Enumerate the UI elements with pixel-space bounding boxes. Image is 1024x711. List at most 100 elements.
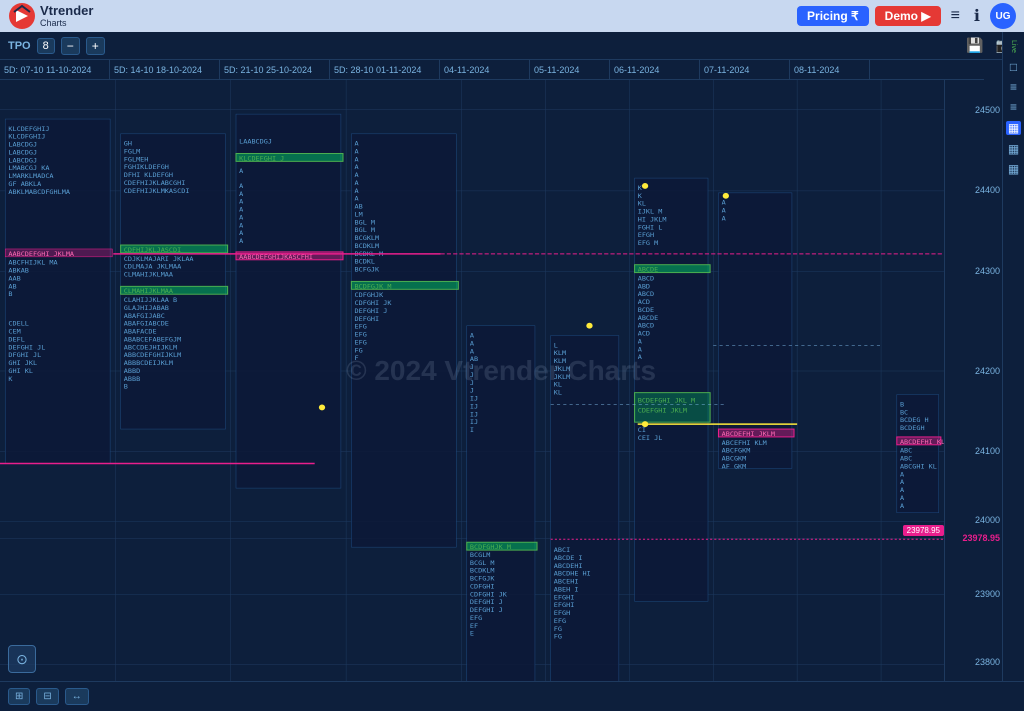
live-indicator: Live bbox=[1010, 40, 1017, 53]
svg-text:EF: EF bbox=[470, 622, 478, 630]
svg-text:BCDEG H: BCDEG H bbox=[900, 416, 929, 424]
svg-text:J: J bbox=[470, 371, 474, 379]
svg-text:J: J bbox=[470, 363, 474, 371]
menu-icon[interactable]: ≡ bbox=[947, 5, 964, 27]
svg-text:ABABCEFABEFGJM: ABABCEFABEFGJM bbox=[124, 336, 181, 344]
user-avatar[interactable]: UG bbox=[990, 3, 1016, 29]
svg-text:JKLM: JKLM bbox=[554, 365, 570, 373]
tpo-decrease[interactable]: − bbox=[61, 37, 80, 55]
sidebar-square-icon[interactable]: □ bbox=[1010, 61, 1017, 73]
svg-text:JKLM: JKLM bbox=[554, 373, 570, 381]
svg-text:EFG M: EFG M bbox=[638, 239, 659, 247]
svg-text:BCDKLM: BCDKLM bbox=[355, 242, 380, 250]
svg-text:ABCD: ABCD bbox=[638, 290, 654, 298]
svg-text:ABCD: ABCD bbox=[638, 275, 654, 283]
expand-button[interactable]: ↔ bbox=[65, 688, 89, 705]
svg-text:CLMAHIJKLMAA: CLMAHIJKLMAA bbox=[124, 287, 173, 295]
svg-text:FG: FG bbox=[355, 346, 363, 354]
info-icon[interactable]: ℹ bbox=[970, 4, 984, 28]
svg-text:CDELL: CDELL bbox=[8, 320, 29, 328]
svg-text:FGHIKLDEFGH: FGHIKLDEFGH bbox=[124, 163, 169, 171]
svg-text:LABCDGJ: LABCDGJ bbox=[8, 141, 37, 149]
pricing-button[interactable]: Pricing ₹ bbox=[797, 6, 869, 26]
svg-text:EFG: EFG bbox=[355, 331, 367, 339]
svg-text:A: A bbox=[239, 206, 243, 214]
tpo-increase[interactable]: + bbox=[86, 37, 105, 55]
svg-text:IJKL M: IJKL M bbox=[638, 208, 663, 216]
svg-text:GH: GH bbox=[124, 140, 132, 148]
date-8: 07-11-2024 bbox=[700, 60, 790, 79]
price-24500: 24500 bbox=[975, 105, 1000, 115]
svg-text:GHI KL: GHI KL bbox=[8, 367, 33, 375]
navbar-right: Pricing ₹ Demo ▶ ≡ ℹ UG bbox=[797, 3, 1016, 29]
svg-text:A: A bbox=[355, 140, 359, 148]
grid-view-button[interactable]: ⊞ bbox=[8, 688, 30, 705]
svg-text:DEFGHI JL: DEFGHI JL bbox=[8, 344, 45, 352]
sidebar-heatmap-icon[interactable]: ▦ bbox=[1008, 163, 1019, 175]
svg-text:A: A bbox=[239, 237, 243, 245]
sidebar-list-icon[interactable]: ≡ bbox=[1010, 81, 1017, 93]
focus-button[interactable]: ⊙ bbox=[8, 645, 36, 673]
svg-text:ABCGKM: ABCGKM bbox=[722, 455, 747, 463]
svg-text:KL: KL bbox=[554, 381, 562, 389]
demo-button[interactable]: Demo ▶ bbox=[875, 6, 941, 26]
svg-text:ABC: ABC bbox=[900, 455, 912, 463]
svg-text:LABCDGJ: LABCDGJ bbox=[8, 157, 37, 165]
svg-text:ABBD: ABBD bbox=[124, 367, 140, 375]
svg-text:A: A bbox=[900, 470, 904, 478]
svg-text:AB: AB bbox=[355, 203, 363, 211]
svg-text:AB: AB bbox=[470, 355, 478, 363]
sidebar-table-icon[interactable]: ▦ bbox=[1008, 143, 1019, 155]
svg-text:GLAJHIJABAB: GLAJHIJABAB bbox=[124, 304, 169, 312]
svg-text:ABKLMABCDFGHLMA: ABKLMABCDFGHLMA bbox=[8, 188, 70, 196]
save-icon[interactable]: 💾 bbox=[963, 36, 986, 55]
svg-text:ABCDE: ABCDE bbox=[638, 266, 659, 274]
svg-text:F: F bbox=[355, 354, 359, 362]
svg-text:FGLMEH: FGLMEH bbox=[124, 156, 149, 164]
svg-text:DEFGHI J: DEFGHI J bbox=[355, 307, 388, 315]
svg-text:A: A bbox=[470, 340, 474, 348]
svg-text:ABCDE I: ABCDE I bbox=[554, 554, 583, 562]
svg-text:B: B bbox=[900, 401, 904, 409]
svg-text:A: A bbox=[638, 346, 642, 354]
svg-text:CDFGHJK: CDFGHJK bbox=[355, 291, 384, 299]
svg-text:BGL M: BGL M bbox=[355, 226, 376, 234]
svg-text:AABCDEFGHI JKLMA: AABCDEFGHI JKLMA bbox=[8, 250, 74, 258]
svg-text:DFGHI JL: DFGHI JL bbox=[8, 351, 41, 359]
list-view-button[interactable]: ⊟ bbox=[36, 688, 58, 705]
price-23900: 23900 bbox=[975, 589, 1000, 599]
date-5: 04-11-2024 bbox=[440, 60, 530, 79]
svg-text:BCDKL: BCDKL bbox=[355, 258, 376, 266]
svg-text:A: A bbox=[355, 171, 359, 179]
svg-text:A: A bbox=[355, 187, 359, 195]
price-24000: 24000 bbox=[975, 515, 1000, 525]
svg-text:ABD: ABD bbox=[638, 283, 650, 291]
svg-text:ABCDEFHI KL M: ABCDEFHI KL M bbox=[900, 438, 944, 446]
svg-text:BCFGJK: BCFGJK bbox=[355, 266, 380, 274]
svg-text:EFGH: EFGH bbox=[638, 231, 654, 239]
svg-text:EFGHI: EFGHI bbox=[554, 601, 575, 609]
price-24200: 24200 bbox=[975, 366, 1000, 376]
current-price-tag: 23978.95 bbox=[903, 525, 944, 536]
svg-text:IJ: IJ bbox=[470, 410, 478, 418]
svg-text:KLM: KLM bbox=[554, 357, 566, 365]
svg-text:ABCCDEJHIJKLM: ABCCDEJHIJKLM bbox=[124, 344, 177, 352]
svg-text:ABCDEFHI JKLM: ABCDEFHI JKLM bbox=[722, 430, 775, 438]
bottom-toolbar: ⊞ ⊟ ↔ bbox=[0, 681, 1024, 711]
svg-text:CDFGHI: CDFGHI bbox=[470, 583, 495, 591]
date-6: 05-11-2024 bbox=[530, 60, 610, 79]
svg-text:A: A bbox=[239, 229, 243, 237]
svg-text:A: A bbox=[722, 199, 726, 207]
sidebar-lines-icon[interactable]: ≡ bbox=[1010, 101, 1017, 113]
svg-text:A: A bbox=[470, 332, 474, 340]
svg-text:ABBCDEFGHIJKLM: ABBCDEFGHIJKLM bbox=[124, 351, 181, 359]
sidebar-grid-icon[interactable]: ▦ bbox=[1006, 121, 1021, 135]
svg-text:A: A bbox=[355, 179, 359, 187]
svg-text:KLCDEFGHIJ: KLCDEFGHIJ bbox=[8, 125, 49, 133]
svg-text:BCDFGHJK M: BCDFGHJK M bbox=[470, 543, 511, 551]
price-24100: 24100 bbox=[975, 446, 1000, 456]
svg-text:ABCFHIJKL MA: ABCFHIJKL MA bbox=[8, 259, 57, 267]
svg-text:ABCDEHI: ABCDEHI bbox=[554, 562, 583, 570]
svg-text:FGLM: FGLM bbox=[124, 148, 140, 156]
price-23800: 23800 bbox=[975, 657, 1000, 667]
